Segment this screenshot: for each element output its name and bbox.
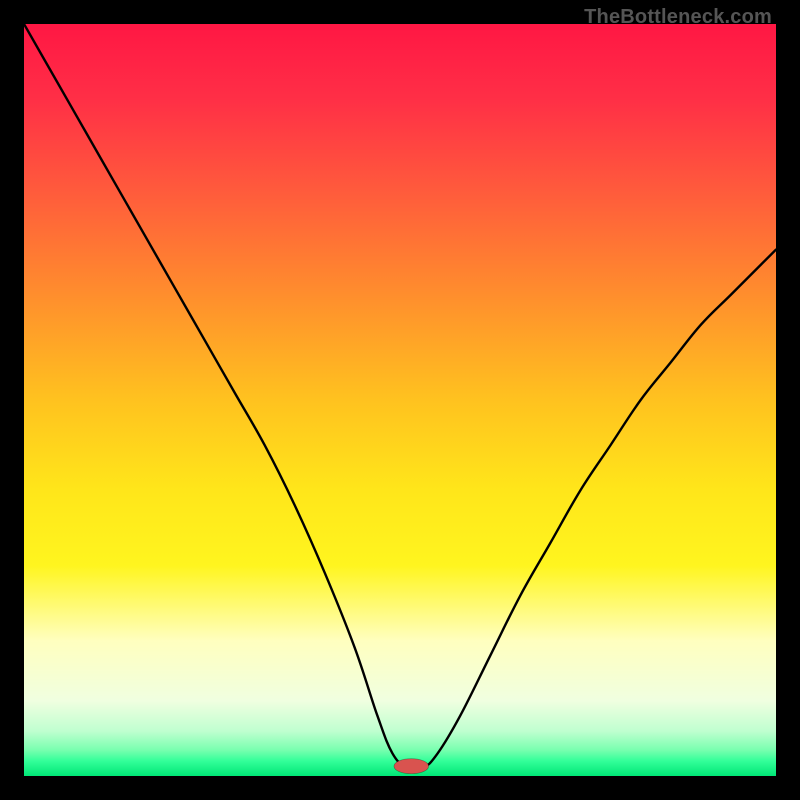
plot-area: [24, 24, 776, 776]
bottleneck-chart: [24, 24, 776, 776]
gradient-background: [24, 24, 776, 776]
chart-frame: TheBottleneck.com: [0, 0, 800, 800]
optimum-marker: [394, 759, 429, 774]
